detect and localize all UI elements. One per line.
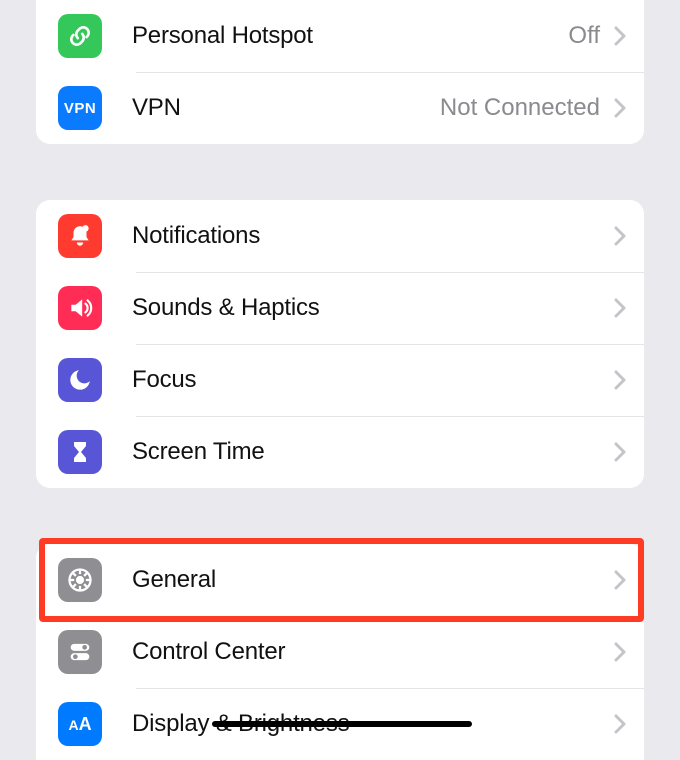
row-label: General — [132, 566, 614, 594]
row-divider — [136, 72, 644, 73]
chevron-right-icon — [614, 442, 626, 462]
control-center-row[interactable]: Control Center — [36, 616, 644, 688]
row-divider — [136, 416, 644, 417]
chevron-right-icon — [614, 714, 626, 734]
vpn-row[interactable]: VPN VPN Not Connected — [36, 72, 644, 144]
moon-icon — [58, 358, 102, 402]
row-label: Notifications — [132, 222, 614, 250]
row-divider — [136, 344, 644, 345]
general-row[interactable]: General — [36, 544, 644, 616]
row-divider — [136, 272, 644, 273]
row-label: Personal Hotspot — [132, 22, 568, 50]
gear-icon — [58, 558, 102, 602]
row-status: Not Connected — [440, 94, 600, 122]
system-group: General Control Center AA Display & Brig… — [36, 544, 644, 760]
link-icon — [58, 14, 102, 58]
row-label: Display & Brightness — [132, 710, 614, 738]
screen-time-row[interactable]: Screen Time — [36, 416, 644, 488]
sounds-haptics-row[interactable]: Sounds & Haptics — [36, 272, 644, 344]
row-label: Focus — [132, 366, 614, 394]
row-label: Screen Time — [132, 438, 614, 466]
row-status: Off — [568, 22, 600, 50]
chevron-right-icon — [614, 226, 626, 246]
redaction-strike — [212, 721, 472, 727]
focus-row[interactable]: Focus — [36, 344, 644, 416]
row-divider — [136, 616, 644, 617]
text-size-icon: AA — [58, 702, 102, 746]
row-divider — [136, 688, 644, 689]
row-label: VPN — [132, 94, 440, 122]
notifications-group: Notifications Sounds & Haptics Focus — [36, 200, 644, 488]
toggles-icon — [58, 630, 102, 674]
personal-hotspot-row[interactable]: Personal Hotspot Off — [36, 0, 644, 72]
row-label: Control Center — [132, 638, 614, 666]
speaker-icon — [58, 286, 102, 330]
vpn-icon: VPN — [58, 86, 102, 130]
hourglass-icon — [58, 430, 102, 474]
chevron-right-icon — [614, 298, 626, 318]
chevron-right-icon — [614, 370, 626, 390]
bell-icon — [58, 214, 102, 258]
chevron-right-icon — [614, 642, 626, 662]
row-label: Sounds & Haptics — [132, 294, 614, 322]
chevron-right-icon — [614, 570, 626, 590]
display-brightness-row[interactable]: AA Display & Brightness — [36, 688, 644, 760]
chevron-right-icon — [614, 98, 626, 118]
chevron-right-icon — [614, 26, 626, 46]
notifications-row[interactable]: Notifications — [36, 200, 644, 272]
connectivity-group: Personal Hotspot Off VPN VPN Not Connect… — [36, 0, 644, 144]
